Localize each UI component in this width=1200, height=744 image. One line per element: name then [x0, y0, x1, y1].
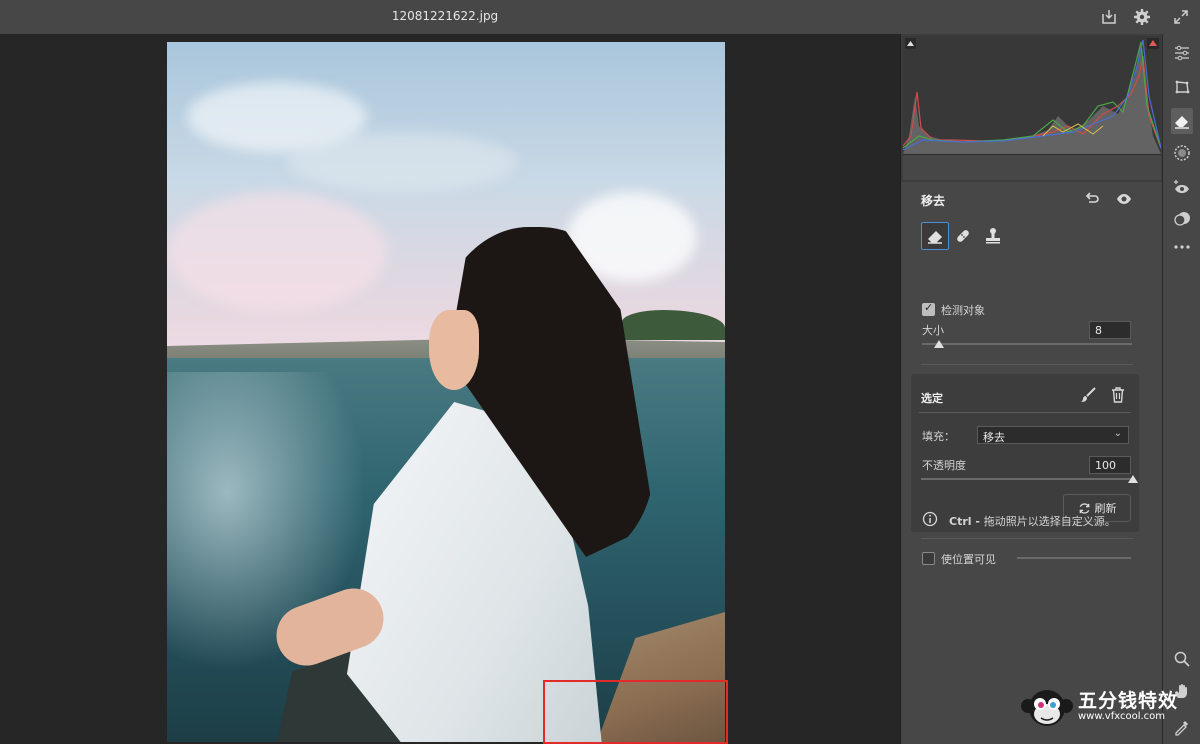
divider — [921, 538, 1133, 539]
presets-icon[interactable] — [1171, 208, 1193, 230]
fill-select-value: 移去 — [983, 431, 1005, 444]
remove-eraser-icon[interactable] — [1171, 108, 1193, 134]
reset-icon[interactable] — [1081, 188, 1103, 210]
remove-section: 移去 检测对象 大小 8 选定 — [901, 182, 1163, 744]
histogram-info-bar — [903, 154, 1161, 180]
adjust-sliders-icon[interactable] — [1171, 42, 1193, 64]
opacity-slider[interactable] — [921, 478, 1133, 480]
section-title: 移去 — [921, 194, 946, 208]
tip-text: Ctrl - 拖动照片以选择自定义源。 — [949, 513, 1116, 529]
size-slider[interactable] — [922, 343, 1132, 345]
selection-subpanel: 选定 填充： 移去 ⌄ 不透明度 100 刷新 — [911, 374, 1139, 532]
fill-label: 填充： — [922, 430, 955, 443]
heal-icon[interactable] — [949, 222, 977, 250]
watermark-url: www.vfxcool.com — [1078, 711, 1166, 722]
chevron-down-icon: ⌄ — [1113, 428, 1122, 439]
opacity-value-input[interactable]: 100 — [1089, 456, 1131, 474]
more-icon[interactable] — [1171, 236, 1193, 258]
remove-selection-rect — [543, 680, 728, 744]
brush-icon[interactable] — [1077, 384, 1099, 406]
fill-select[interactable]: 移去 ⌄ — [977, 426, 1129, 444]
watermark: 五分钱特效 www.vfxcool.com — [1020, 684, 1190, 732]
size-label: 大小 — [922, 324, 944, 337]
divider — [919, 412, 1131, 413]
red-eye-icon[interactable] — [1171, 176, 1193, 198]
monkey-logo-icon — [1021, 690, 1073, 726]
mask-icon[interactable] — [1171, 142, 1193, 164]
visibility-eye-icon[interactable] — [1113, 188, 1135, 210]
settings-gear-icon[interactable] — [1131, 6, 1153, 28]
show-overlay-label: 使位置可见 — [941, 553, 996, 566]
clone-stamp-icon[interactable] — [979, 222, 1007, 250]
content-aware-remove-icon[interactable] — [921, 222, 949, 250]
save-download-icon[interactable] — [1098, 6, 1120, 28]
detect-objects-label: 检测对象 — [941, 304, 985, 317]
size-value-input[interactable]: 8 — [1089, 321, 1131, 339]
image-canvas[interactable] — [0, 34, 900, 744]
overlay-slider[interactable] — [1017, 557, 1131, 559]
photo[interactable] — [167, 42, 725, 742]
tip-message: 拖动照片以选择自定义源。 — [983, 515, 1116, 528]
divider — [921, 364, 1133, 365]
watermark-text: 五分钱特效 — [1078, 690, 1179, 712]
opacity-label: 不透明度 — [922, 459, 966, 472]
zoom-icon[interactable] — [1171, 648, 1193, 670]
title-bar: 12081221622.jpg — [0, 0, 1200, 34]
show-overlay-checkbox[interactable] — [922, 552, 935, 565]
expand-icon[interactable] — [1170, 6, 1192, 28]
tip-shortcut: Ctrl - — [949, 515, 984, 528]
info-icon — [919, 508, 941, 530]
size-slider-thumb[interactable] — [933, 340, 944, 348]
edit-panel: 移去 检测对象 大小 8 选定 — [900, 34, 1163, 744]
opacity-slider-thumb[interactable] — [1128, 475, 1138, 483]
right-toolbar — [1162, 34, 1200, 744]
selection-title: 选定 — [921, 392, 943, 405]
trash-icon[interactable] — [1107, 384, 1129, 406]
detect-objects-checkbox[interactable] — [922, 301, 935, 316]
histogram — [902, 36, 1162, 154]
crop-icon[interactable] — [1171, 76, 1193, 98]
file-name: 12081221622.jpg — [391, 9, 499, 23]
